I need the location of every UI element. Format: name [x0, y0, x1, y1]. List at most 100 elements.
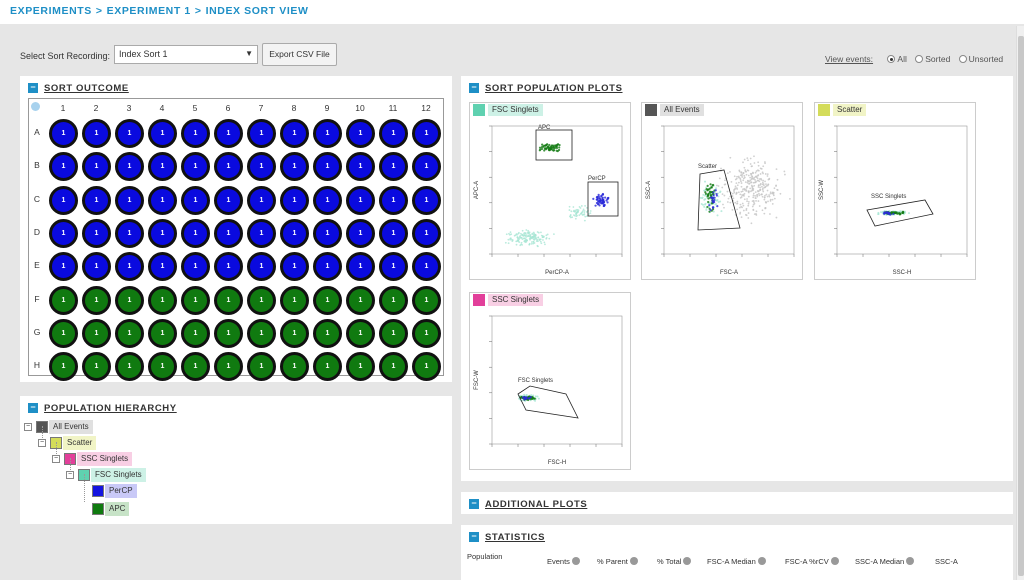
well-H7[interactable]: 1 — [247, 352, 276, 382]
well-C4[interactable]: 1 — [148, 185, 177, 215]
collapse-icon[interactable]: − — [469, 83, 479, 93]
hierarchy-node[interactable]: FSC Singlets — [78, 468, 146, 482]
export-csv-button[interactable]: Export CSV File — [262, 43, 337, 66]
well-E6[interactable]: 1 — [214, 252, 243, 282]
well-F8[interactable]: 1 — [280, 285, 309, 315]
well-A1[interactable]: 1 — [49, 119, 78, 148]
well-B8[interactable]: 1 — [280, 152, 309, 182]
well-H8[interactable]: 1 — [280, 352, 309, 382]
well-H3[interactable]: 1 — [115, 352, 144, 382]
statistics-column-header[interactable]: Population — [467, 552, 502, 561]
plot-all-events[interactable]: All Events FSC-A SSC-A Scatter — [641, 102, 803, 280]
statistics-column-header[interactable]: % Parent — [597, 557, 638, 566]
well-C1[interactable]: 1 — [49, 185, 78, 215]
well-G4[interactable]: 1 — [148, 318, 177, 348]
expand-toggle-icon[interactable]: − — [52, 455, 60, 463]
well-D7[interactable]: 1 — [247, 218, 276, 248]
well-E11[interactable]: 1 — [379, 252, 408, 282]
well-C12[interactable]: 1 — [412, 185, 441, 215]
well-G8[interactable]: 1 — [280, 318, 309, 348]
well-F11[interactable]: 1 — [379, 285, 408, 315]
hierarchy-node[interactable]: All Events — [36, 420, 93, 434]
well-H5[interactable]: 1 — [181, 352, 210, 382]
well-A11[interactable]: 1 — [379, 119, 408, 148]
well-H12[interactable]: 1 — [412, 352, 441, 382]
well-C8[interactable]: 1 — [280, 185, 309, 215]
well-E5[interactable]: 1 — [181, 252, 210, 282]
well-H10[interactable]: 1 — [346, 352, 375, 382]
well-C7[interactable]: 1 — [247, 185, 276, 215]
well-F12[interactable]: 1 — [412, 285, 441, 315]
well-G6[interactable]: 1 — [214, 318, 243, 348]
plot-scatter[interactable]: Scatter SSC-H SSC-W SSC Singlets — [814, 102, 976, 280]
well-H9[interactable]: 1 — [313, 352, 342, 382]
well-F6[interactable]: 1 — [214, 285, 243, 315]
well-G3[interactable]: 1 — [115, 318, 144, 348]
statistics-column-header[interactable]: SSC-A Median — [855, 557, 915, 566]
hierarchy-node[interactable]: APC — [92, 502, 130, 516]
collapse-icon[interactable]: − — [28, 83, 38, 93]
sort-outcome-title[interactable]: SORT OUTCOME — [44, 83, 129, 94]
well-F2[interactable]: 1 — [82, 285, 111, 315]
well-A10[interactable]: 1 — [346, 119, 375, 148]
well-B12[interactable]: 1 — [412, 152, 441, 182]
collapse-icon[interactable]: − — [28, 403, 38, 413]
breadcrumb-experiment-1[interactable]: EXPERIMENT 1 — [107, 5, 191, 17]
well-B11[interactable]: 1 — [379, 152, 408, 182]
well-F9[interactable]: 1 — [313, 285, 342, 315]
well-C9[interactable]: 1 — [313, 185, 342, 215]
well-A6[interactable]: 1 — [214, 119, 243, 148]
statistics-column-header[interactable]: SSC-A — [935, 557, 958, 566]
info-icon[interactable] — [571, 557, 580, 565]
info-icon[interactable] — [830, 557, 839, 565]
well-G2[interactable]: 1 — [82, 318, 111, 348]
well-E10[interactable]: 1 — [346, 252, 375, 282]
collapse-icon[interactable]: − — [469, 532, 479, 542]
info-icon[interactable] — [906, 557, 915, 565]
well-B7[interactable]: 1 — [247, 152, 276, 182]
well-D5[interactable]: 1 — [181, 218, 210, 248]
well-F4[interactable]: 1 — [148, 285, 177, 315]
well-D12[interactable]: 1 — [412, 218, 441, 248]
well-A2[interactable]: 1 — [82, 119, 111, 148]
well-F3[interactable]: 1 — [115, 285, 144, 315]
expand-toggle-icon[interactable]: − — [24, 423, 32, 431]
well-E2[interactable]: 1 — [82, 252, 111, 282]
view-all-radio[interactable]: All — [887, 54, 907, 64]
well-B6[interactable]: 1 — [214, 152, 243, 182]
well-D11[interactable]: 1 — [379, 218, 408, 248]
hierarchy-node[interactable]: SSC Singlets — [64, 452, 133, 466]
well-C6[interactable]: 1 — [214, 185, 243, 215]
breadcrumb-experiments[interactable]: EXPERIMENTS — [10, 5, 92, 17]
well-D6[interactable]: 1 — [214, 218, 243, 248]
statistics-column-header[interactable]: % Total — [657, 557, 692, 566]
well-F1[interactable]: 1 — [49, 285, 78, 315]
well-H6[interactable]: 1 — [214, 352, 243, 382]
well-E1[interactable]: 1 — [49, 252, 78, 282]
expand-toggle-icon[interactable]: − — [66, 471, 74, 479]
collapse-icon[interactable]: − — [469, 499, 479, 509]
well-G5[interactable]: 1 — [181, 318, 210, 348]
info-icon[interactable] — [757, 557, 766, 565]
well-G11[interactable]: 1 — [379, 318, 408, 348]
well-A9[interactable]: 1 — [313, 119, 342, 148]
well-A8[interactable]: 1 — [280, 119, 309, 148]
well-H4[interactable]: 1 — [148, 352, 177, 382]
plot-fsc-singlets[interactable]: FSC Singlets PerCP-A APC-A APC PerCP — [469, 102, 631, 280]
well-D9[interactable]: 1 — [313, 218, 342, 248]
well-D2[interactable]: 1 — [82, 218, 111, 248]
expand-toggle-icon[interactable]: − — [38, 439, 46, 447]
sort-recording-select[interactable]: Index Sort 1 ▼ — [114, 45, 258, 64]
well-B9[interactable]: 1 — [313, 152, 342, 182]
well-A7[interactable]: 1 — [247, 119, 276, 148]
well-B1[interactable]: 1 — [49, 152, 78, 182]
statistics-column-header[interactable]: FSC-A Median — [707, 557, 766, 566]
well-B4[interactable]: 1 — [148, 152, 177, 182]
sort-population-plots-title[interactable]: SORT POPULATION PLOTS — [485, 83, 623, 94]
scrollbar-thumb[interactable] — [1018, 36, 1024, 576]
well-A12[interactable]: 1 — [412, 119, 441, 148]
statistics-title[interactable]: STATISTICS — [485, 532, 545, 543]
well-H11[interactable]: 1 — [379, 352, 408, 382]
well-H1[interactable]: 1 — [49, 352, 78, 382]
plate-corner-icon[interactable] — [31, 102, 40, 111]
